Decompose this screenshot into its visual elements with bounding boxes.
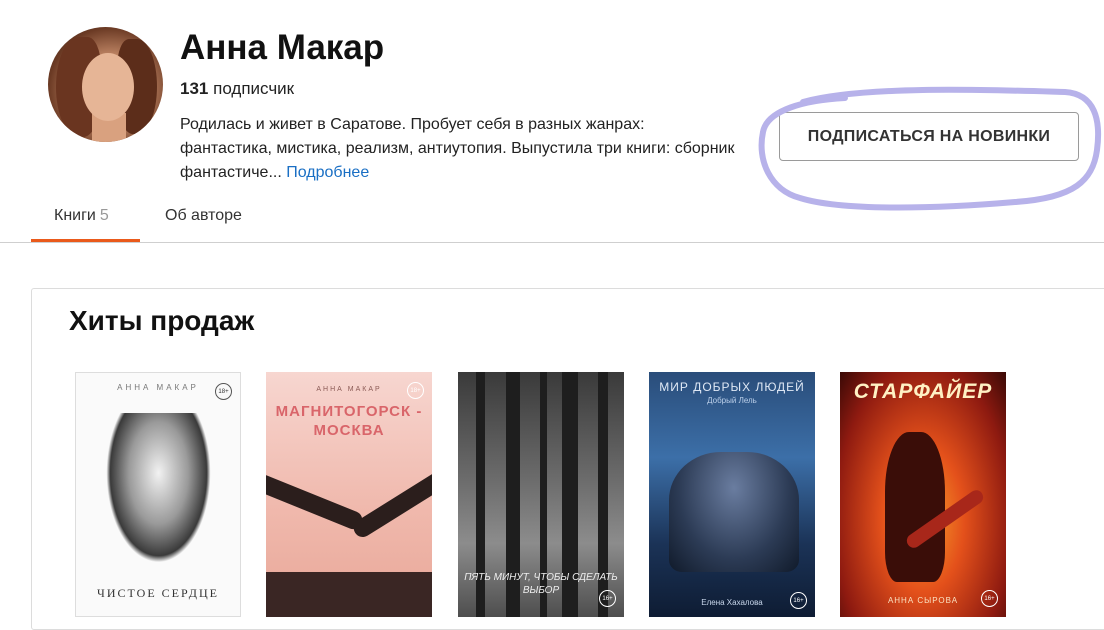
age-badge: 16+: [790, 592, 807, 609]
heart-illustration: [106, 413, 211, 563]
book-card[interactable]: МИР ДОБРЫХ ЛЮДЕЙ Добрый Лель Елена Хахал…: [649, 372, 815, 617]
author-tabs: Книги 5 Об авторе: [0, 196, 1104, 243]
tab-about-author[interactable]: Об авторе: [165, 196, 242, 242]
book-card[interactable]: АННА МАКАР 18+ МАГНИТОГОРСК - МОСКВА: [266, 372, 432, 617]
author-avatar: [48, 27, 163, 142]
bestsellers-panel: Хиты продаж АННА МАКАР 18+ ЧИСТОЕ СЕРДЦЕ…: [31, 288, 1104, 630]
tab-about-label: Об авторе: [165, 207, 242, 224]
author-name: Анна Макар: [180, 28, 385, 67]
subscriber-label: подписчик: [213, 79, 295, 98]
guitarist-illustration: [885, 432, 945, 582]
age-badge: 18+: [407, 382, 424, 399]
section-title: Хиты продаж: [69, 305, 255, 336]
age-badge: 16+: [981, 590, 998, 607]
cover-subtitle: Добрый Лель: [707, 396, 757, 405]
holding-hands-illustration: [266, 470, 366, 532]
tab-books[interactable]: Книги 5: [31, 196, 140, 242]
subscribe-new-books-button[interactable]: ПОДПИСАТЬСЯ НА НОВИНКИ: [779, 112, 1079, 161]
cover-title: СТАРФАЙЕР: [853, 380, 993, 403]
cover-title: МАГНИТОГОРСК - МОСКВА: [275, 403, 423, 439]
characters-illustration: [669, 452, 799, 572]
book-card[interactable]: АННА МАКАР 18+ ЧИСТОЕ СЕРДЦЕ: [75, 372, 241, 617]
cover-title: ЧИСТОЕ СЕРДЦЕ: [97, 586, 219, 600]
cover-title: ПЯТЬ МИНУТ, ЧТОБЫ СДЕЛАТЬ ВЫБОР: [464, 572, 618, 596]
book-card[interactable]: ПЯТЬ МИНУТ, ЧТОБЫ СДЕЛАТЬ ВЫБОР 16+: [458, 372, 624, 617]
author-bio-text: Родилась и живет в Саратове. Пробует себ…: [180, 116, 735, 181]
age-badge: 18+: [215, 383, 232, 400]
tab-books-label: Книги: [54, 207, 96, 224]
subscriber-number: 131: [180, 79, 209, 98]
book-card[interactable]: СТАРФАЙЕР АННА СЫРОВА 16+: [840, 372, 1006, 617]
age-badge: 16+: [599, 590, 616, 607]
author-bio: Родилась и живет в Саратове. Пробует себ…: [180, 113, 740, 185]
tab-books-count: 5: [99, 207, 109, 224]
subscriber-count: 131 подписчик: [180, 79, 294, 99]
bio-more-link[interactable]: Подробнее: [286, 164, 369, 181]
cover-title: МИР ДОБРЫХ ЛЮДЕЙ: [659, 380, 805, 394]
